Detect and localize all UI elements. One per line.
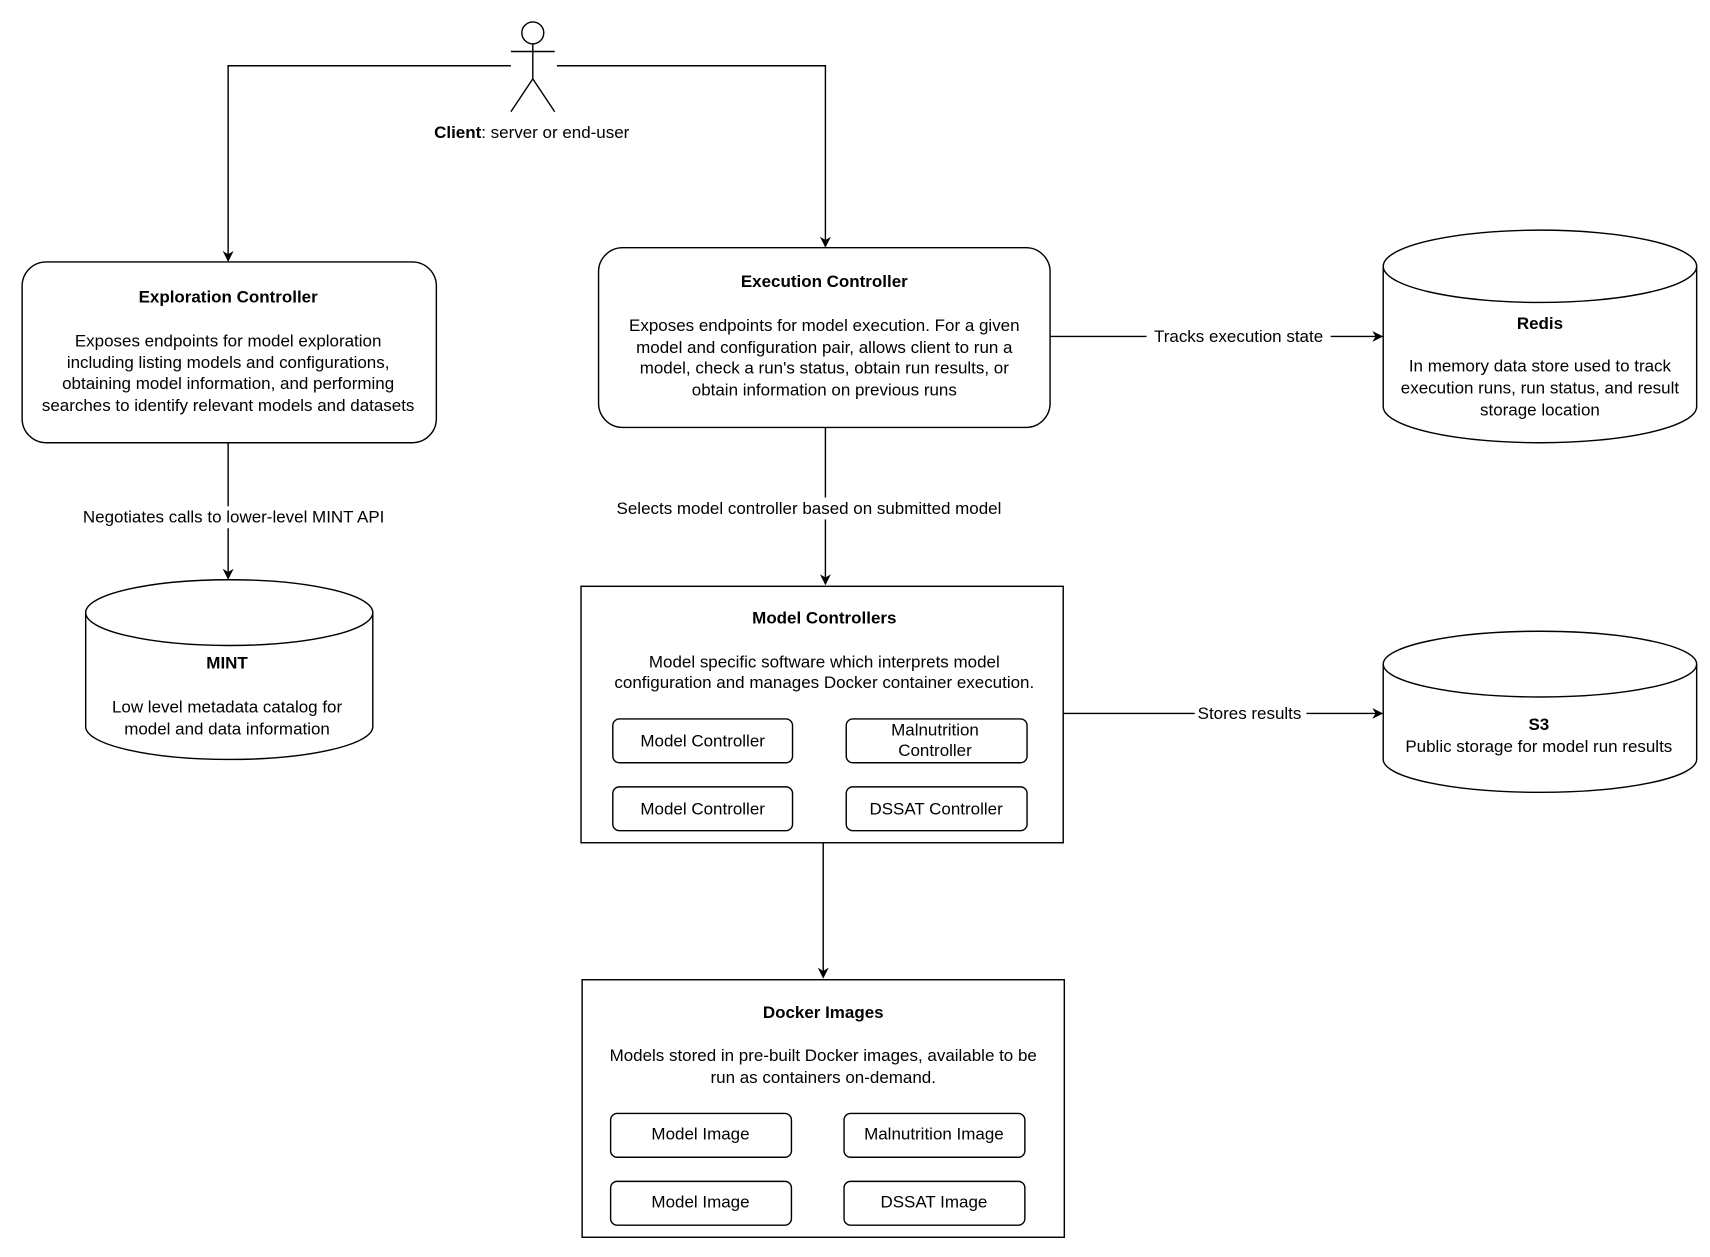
node-text: obtaining model information, and perform… [62, 374, 394, 393]
item-label: Model Controller [640, 799, 765, 818]
node-text: Models stored in pre-built Docker images… [610, 1046, 1037, 1065]
node-text: obtain information on previous runs [692, 381, 957, 400]
node-text: Public storage for model run results [1405, 737, 1672, 756]
client-actor-icon [510, 21, 556, 113]
item-label: Model Image [651, 1193, 749, 1212]
node-text: searches to identify relevant models and… [42, 396, 415, 415]
item-label: Malnutrition Image [864, 1125, 1004, 1144]
malnutrition-image-item[interactable]: Malnutrition Image [843, 1112, 1026, 1158]
node-text: configuration and manages Docker contain… [614, 673, 1034, 692]
node-text: storage location [1480, 400, 1600, 419]
redis-datastore-node[interactable]: Redis In memory data store used to track… [1382, 229, 1698, 444]
item-label: DSSAT Image [880, 1193, 987, 1212]
node-title: Execution Controller [741, 272, 908, 291]
node-title: Exploration Controller [139, 287, 319, 306]
node-text: In memory data store used to track [1409, 357, 1672, 376]
edge-client-execution [556, 65, 831, 248]
dssat-controller-item[interactable]: DSSAT Controller [845, 786, 1028, 832]
node-text: execution runs, run status, and result [1401, 378, 1680, 397]
node-title: Model Controllers [752, 609, 896, 628]
edge-label-negotiates: Negotiates calls to lower-level MINT API [83, 508, 384, 527]
node-text: including listing models and configurati… [67, 353, 390, 372]
node-title: MINT [206, 654, 248, 673]
node-text: Exposes endpoints for model execution. F… [629, 316, 1020, 335]
node-title: S3 [1528, 715, 1549, 734]
execution-controller-node[interactable]: Execution Controller Exposes endpoints f… [597, 246, 1051, 429]
malnutrition-controller-item[interactable]: Malnutrition Controller [845, 718, 1028, 764]
node-text: Exposes endpoints for model exploration [75, 331, 382, 350]
exploration-controller-node[interactable]: Exploration Controller Exposes endpoints… [21, 261, 438, 444]
mint-catalog-node[interactable]: MINT Low level metadata catalog for mode… [84, 579, 374, 761]
model-image-item[interactable]: Model Image [609, 1180, 793, 1226]
node-text: Low level metadata catalog for [112, 697, 343, 716]
node-title: Docker Images [763, 1003, 884, 1022]
model-controller-item[interactable]: Model Controller [612, 786, 794, 832]
node-title: Redis [1517, 314, 1563, 333]
item-label: Model Image [651, 1125, 749, 1144]
node-text: run as containers on-demand. [710, 1068, 935, 1087]
s3-storage-node[interactable]: S3 Public storage for model run results [1382, 630, 1698, 794]
edge-label-selects: Selects model controller based on submit… [617, 499, 1002, 518]
node-text: model and data information [124, 719, 330, 738]
edge-label-tracks: Tracks execution state [1154, 327, 1323, 346]
item-label: Model Controller [640, 731, 765, 750]
item-label: DSSAT Controller [869, 799, 1003, 818]
edge-label-stores: Stores results [1198, 704, 1302, 723]
architecture-diagram: Client: server or end-user Tracks execut… [21, 21, 1698, 1238]
item-label: Malnutrition [891, 720, 979, 739]
dssat-image-item[interactable]: DSSAT Image [843, 1180, 1026, 1226]
model-image-item[interactable]: Model Image [609, 1112, 793, 1158]
edge-client-exploration [222, 65, 511, 262]
model-controller-item[interactable]: Model Controller [612, 718, 794, 764]
node-text: Model specific software which interprets… [649, 652, 1000, 671]
node-text: model and configuration pair, allows cli… [636, 338, 1013, 357]
item-label: Controller [898, 741, 972, 760]
node-text: model, check a run's status, obtain run … [640, 359, 1010, 378]
client-label: Client: server or end-user [434, 123, 630, 142]
